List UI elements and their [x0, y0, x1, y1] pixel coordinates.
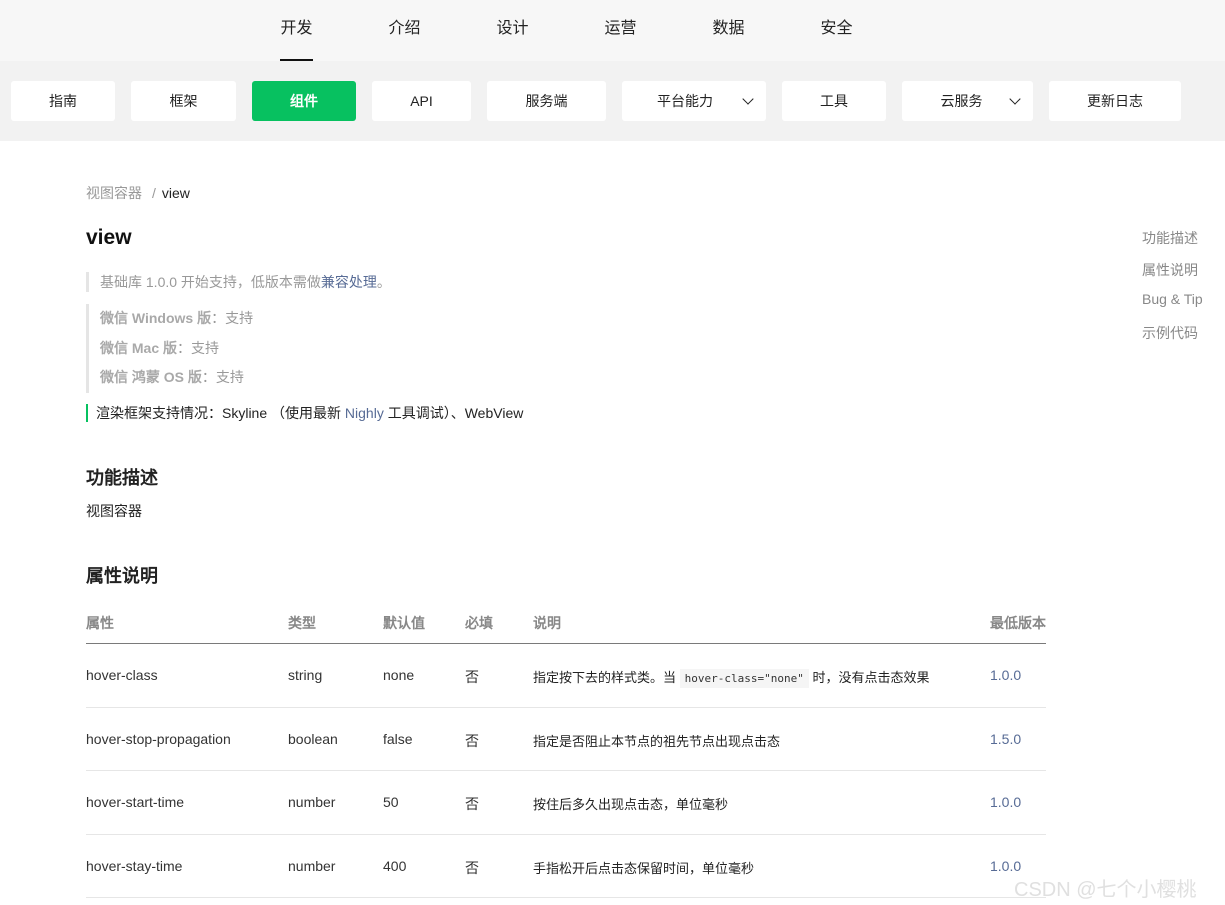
subnav-server-label: 服务端: [525, 93, 568, 109]
props-table: 属性 类型 默认值 必填 说明 最低版本 hover-class string …: [86, 604, 1046, 898]
subnav-components[interactable]: 组件: [252, 81, 356, 121]
breadcrumb-separator: /: [152, 185, 156, 201]
platform-row: 微信 鸿蒙 OS 版：支持: [100, 363, 253, 393]
platform-status: ：支持: [211, 310, 254, 326]
section-function-title: 功能描述: [86, 468, 158, 488]
table-header: 属性 类型 默认值 必填 说明 最低版本: [86, 604, 1046, 644]
watermark: CSDN @七个小樱桃: [1014, 879, 1197, 901]
top-tab-data[interactable]: 数据: [712, 0, 745, 61]
platform-row: 微信 Windows 版：支持: [100, 304, 253, 334]
render-framework-text: 渲染框架支持情况：Skyline （使用最新: [96, 405, 345, 421]
th-default: 默认值: [383, 615, 425, 631]
sub-nav: 指南 框架 组件 API 服务端 平台能力 工具 云服务 更新日志: [0, 61, 1225, 141]
cell-attribute: hover-class: [86, 667, 158, 683]
chevron-down-icon: [742, 93, 754, 105]
platform-name: 微信 鸿蒙 OS 版: [100, 369, 202, 385]
top-tab-intro[interactable]: 介绍: [388, 0, 421, 61]
cell-default: none: [383, 667, 415, 683]
top-tab-operations[interactable]: 运营: [604, 0, 637, 61]
cell-min-version[interactable]: 1.5.0: [990, 731, 1021, 747]
cell-attribute: hover-stop-propagation: [86, 730, 231, 747]
top-nav: 开发 介绍 设计 运营 数据 安全: [0, 0, 1225, 61]
platform-status: ：支持: [177, 339, 220, 356]
desc-text-suffix: 时，没有点击态效果: [808, 670, 930, 685]
desc-text: 指定按下去的样式类。当: [533, 670, 680, 685]
cell-required: 否: [465, 859, 479, 876]
subnav-cloud-services-label: 云服务: [940, 93, 983, 109]
cell-type: number: [288, 857, 336, 874]
compat-link[interactable]: 兼容处理: [321, 274, 377, 290]
subnav-tools[interactable]: 工具: [782, 81, 886, 121]
th-description: 说明: [533, 615, 561, 631]
chevron-down-icon: [1009, 93, 1021, 105]
page-title: view: [86, 226, 132, 249]
table-row: hover-stay-time number 400 否 手指松开后点击态保留时…: [86, 835, 1046, 898]
platform-row: 微信 Mac 版：支持: [100, 334, 253, 364]
inline-code: hover-class="none": [679, 669, 809, 688]
support-note: 基础库 1.0.0 开始支持，低版本需做兼容处理。: [86, 272, 391, 292]
section-function-text: 视图容器: [86, 503, 142, 519]
subnav-framework-label: 框架: [169, 93, 198, 109]
cell-default: false: [383, 730, 413, 747]
breadcrumb-parent[interactable]: 视图容器: [86, 185, 142, 201]
table-row: hover-class string none 否 指定按下去的样式类。当 ho…: [86, 644, 1046, 708]
cell-required: 否: [465, 669, 479, 685]
th-type: 类型: [288, 615, 316, 631]
toc-bug-tip[interactable]: Bug & Tip: [1142, 291, 1203, 307]
subnav-platform-capability-label: 平台能力: [657, 93, 713, 109]
cell-description: 指定是否阻止本节点的祖先节点出现点击态: [533, 733, 781, 749]
top-tab-design[interactable]: 设计: [496, 0, 529, 61]
cell-default: 400: [383, 857, 407, 874]
cell-type: boolean: [288, 730, 338, 747]
cell-min-version[interactable]: 1.0.0: [990, 858, 1021, 874]
subnav-platform-capability[interactable]: 平台能力: [622, 81, 766, 121]
th-attribute: 属性: [86, 615, 114, 631]
th-required: 必填: [465, 615, 493, 631]
cell-description: 按住后多久出现点击态，单位毫秒: [533, 797, 729, 812]
subnav-changelog-label: 更新日志: [1087, 93, 1143, 109]
top-tab-security[interactable]: 安全: [820, 0, 853, 61]
subnav-changelog[interactable]: 更新日志: [1049, 81, 1181, 121]
subnav-framework[interactable]: 框架: [131, 81, 236, 121]
render-framework-suffix: 工具调试）、WebView: [383, 405, 524, 421]
table-row: hover-start-time number 50 否 按住后多久出现点击态，…: [86, 771, 1046, 835]
platform-status: ：支持: [201, 369, 244, 385]
subnav-server[interactable]: 服务端: [487, 81, 606, 121]
breadcrumb: 视图容器 / view: [86, 183, 190, 203]
cell-description: 手指松开后点击态保留时间，单位毫秒: [533, 860, 755, 876]
support-note-suffix: 。: [376, 274, 391, 290]
cell-description: 指定按下去的样式类。当 hover-class="none" 时，没有点击态效果: [533, 667, 930, 688]
cell-attribute: hover-start-time: [86, 794, 185, 810]
breadcrumb-current: view: [161, 185, 190, 201]
toc-example[interactable]: 示例代码: [1142, 323, 1198, 343]
platform-support: 微信 Windows 版：支持 微信 Mac 版：支持 微信 鸿蒙 OS 版：支…: [86, 304, 253, 393]
cell-required: 否: [465, 796, 479, 812]
toc-props[interactable]: 属性说明: [1142, 260, 1198, 280]
cell-type: number: [288, 794, 336, 810]
subnav-tools-label: 工具: [820, 93, 848, 109]
cell-type: string: [288, 667, 323, 683]
section-props-title: 属性说明: [86, 566, 158, 586]
cell-attribute: hover-stay-time: [86, 857, 183, 874]
render-framework-note: 渲染框架支持情况：Skyline （使用最新 Nighly 工具调试）、WebV…: [86, 404, 523, 422]
support-note-text: 基础库 1.0.0 开始支持，低版本需做: [100, 274, 321, 290]
subnav-api[interactable]: API: [372, 81, 471, 121]
platform-name: 微信 Mac 版: [100, 339, 178, 356]
th-min-version: 最低版本: [990, 615, 1046, 631]
toc-function[interactable]: 功能描述: [1142, 228, 1198, 248]
cell-default: 50: [383, 794, 399, 810]
subnav-cloud-services[interactable]: 云服务: [902, 81, 1033, 121]
subnav-guide[interactable]: 指南: [11, 81, 115, 121]
cell-required: 否: [465, 732, 479, 749]
cell-min-version[interactable]: 1.0.0: [990, 794, 1021, 810]
subnav-api-label: API: [410, 93, 433, 109]
nightly-link[interactable]: Nighly: [345, 405, 384, 421]
platform-name: 微信 Windows 版: [100, 310, 212, 326]
top-tab-develop[interactable]: 开发: [280, 0, 313, 61]
subnav-guide-label: 指南: [49, 93, 77, 109]
subnav-components-label: 组件: [290, 93, 318, 109]
table-row: hover-stop-propagation boolean false 否 指…: [86, 708, 1046, 771]
cell-min-version[interactable]: 1.0.0: [990, 667, 1021, 683]
